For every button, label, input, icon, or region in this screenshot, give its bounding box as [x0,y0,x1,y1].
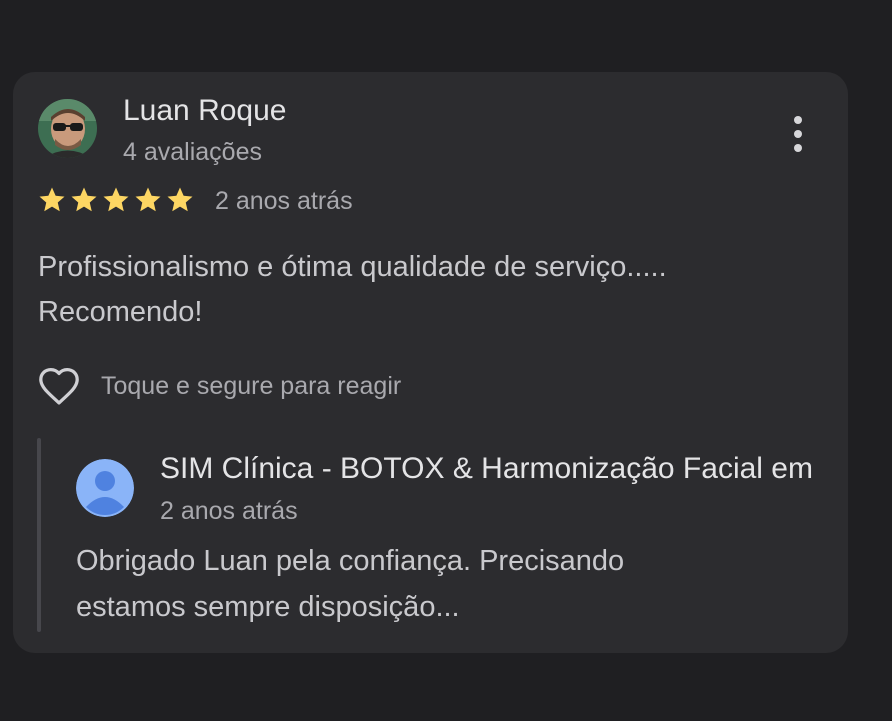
review-time: 2 anos atrás [215,187,353,215]
reply-divider [37,438,41,632]
reply-text-line: Obrigado Luan pela confiança. Precisando [76,545,625,577]
star-icon [71,187,97,212]
author-name[interactable]: Luan Roque [123,94,286,128]
owner-reply-text: Obrigado Luan pela confiança. Precisando… [76,538,836,630]
react-button[interactable]: Toque e segure para reagir [37,366,401,406]
person-icon [76,459,134,517]
reply-text-line: estamos sempre disposição... [76,591,460,623]
review-text: Profissionalismo e ótima qualidade de se… [38,245,828,335]
more-vertical-icon [794,116,802,124]
owner-avatar[interactable] [76,459,134,517]
review-text-line: Recomendo! [38,296,203,328]
star-icon [103,187,129,212]
review-card: Luan Roque 4 avaliações 2 anos atrás Pro… [13,72,848,653]
star-icon [39,187,65,212]
star-rating [37,185,195,215]
author-review-count: 4 avaliações [123,138,262,166]
star-icon [135,187,161,212]
star-icon [167,187,193,212]
avatar[interactable] [38,99,97,158]
avatar-photo [38,99,97,158]
review-text-line: Profissionalismo e ótima qualidade de se… [38,251,667,283]
owner-reply-time: 2 anos atrás [160,497,298,525]
react-label: Toque e segure para reagir [101,371,402,400]
owner-name: SIM Clínica - BOTOX & Harmonização Facia… [160,452,813,485]
heart-icon [39,368,79,405]
more-options-button[interactable] [783,112,813,156]
